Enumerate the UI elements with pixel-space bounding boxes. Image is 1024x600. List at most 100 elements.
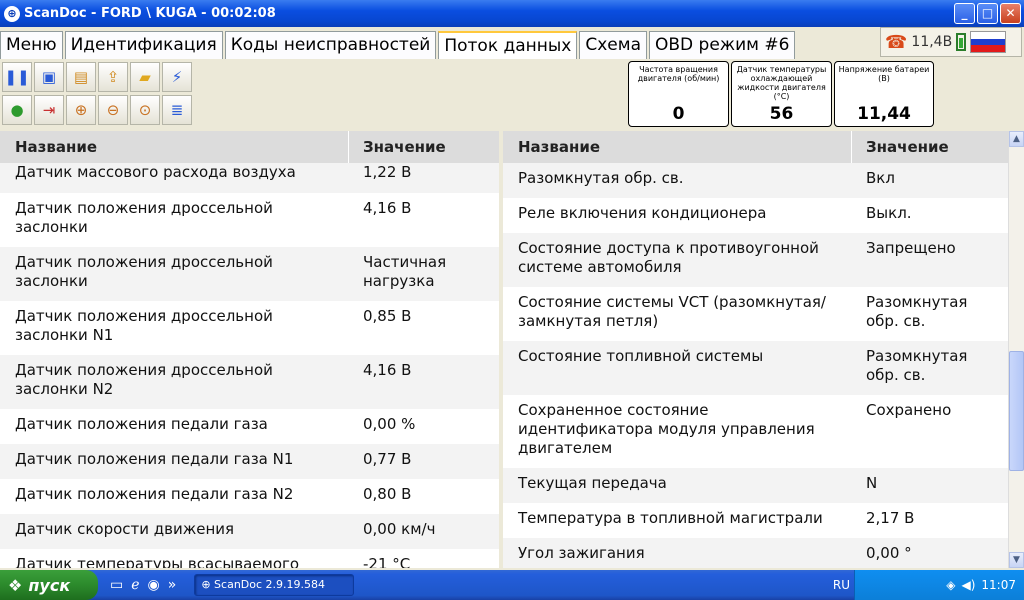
parameter-value: Вкл: [866, 169, 895, 187]
parameter-value: 2,17 В: [866, 509, 915, 527]
parameter-name: Датчик положения дроссельной заслонки: [15, 199, 273, 236]
parameter-value: 4,16 В: [363, 361, 412, 379]
column-value-header[interactable]: Значение: [852, 138, 1008, 156]
save-icon[interactable]: ▣: [34, 62, 64, 92]
russian-flag-icon: [970, 31, 1007, 53]
table-row[interactable]: Датчик положения дроссельной заслонки N2…: [0, 355, 499, 409]
leaf-icon[interactable]: ●: [2, 95, 32, 125]
scroll-down-icon[interactable]: ▼: [1009, 552, 1024, 568]
taskbar-item-scandoc[interactable]: ⊕ ScanDoc 2.9.19.584: [194, 574, 355, 596]
table-row[interactable]: Датчик положения педали газа N2 0,80 В: [0, 479, 499, 514]
taskbar-item-label: ScanDoc 2.9.19.584: [214, 578, 326, 591]
parameter-name: Датчик температуры всасываемого: [15, 555, 300, 568]
parameter-value: 0,77 В: [363, 450, 412, 468]
table-header: Название Значение: [0, 131, 499, 163]
parameter-name: Состояние системы VCT (разомкнутая/замкн…: [518, 293, 826, 330]
parameter-name: Датчик скорости движения: [15, 520, 235, 538]
title-bar: ⊕ ScanDoc - FORD \ KUGA - 00:02:08 _ □ ✕: [0, 0, 1024, 27]
zoom-fit-icon[interactable]: ⊙: [130, 95, 160, 125]
show-desktop-icon[interactable]: ▭: [110, 577, 123, 593]
parameter-name: Реле включения кондиционера: [518, 204, 767, 222]
column-name-header[interactable]: Название: [503, 131, 852, 163]
zoom-in-icon[interactable]: ⊕: [66, 95, 96, 125]
tab-scheme[interactable]: Схема: [579, 31, 648, 59]
parameter-name: Датчик положения педали газа: [15, 415, 268, 433]
scrollbar-thumb[interactable]: [1009, 351, 1024, 471]
parameter-value: 1,22 В: [363, 163, 412, 181]
vertical-scrollbar[interactable]: ▲ ▼: [1008, 131, 1024, 568]
parameter-value: Разомкнутая обр. св.: [866, 347, 968, 384]
export-icon[interactable]: ⇪: [98, 62, 128, 92]
table-row[interactable]: Датчик скорости движения 0,00 км/ч: [0, 514, 499, 549]
table-row[interactable]: Датчик температуры всасываемого -21 °C: [0, 549, 499, 568]
tab-fault-codes[interactable]: Коды неисправностей: [224, 31, 437, 59]
parameter-name: Угол зажигания: [518, 544, 645, 562]
parameter-value: 0,80 В: [363, 485, 412, 503]
tab-menu[interactable]: Меню: [0, 31, 63, 59]
parameter-name: Температура в топливной магистрали: [518, 509, 823, 527]
volume-icon[interactable]: ◀): [961, 578, 975, 592]
table-row[interactable]: Датчик положения дроссельной заслонки Час…: [0, 247, 499, 301]
quick-launch: ▭ ℯ ◉ »: [110, 577, 176, 593]
table-row[interactable]: Разомкнутая обр. св. Вкл: [503, 163, 1008, 198]
media-player-icon[interactable]: ◉: [148, 577, 160, 593]
ie-icon[interactable]: ℯ: [131, 577, 139, 593]
tab-data-stream[interactable]: Поток данных: [438, 31, 578, 59]
column-name-header[interactable]: Название: [0, 131, 349, 163]
minimize-button[interactable]: _: [954, 3, 975, 24]
scroll-up-icon[interactable]: ▲: [1009, 131, 1024, 147]
gauge-caption: Частота вращения двигателя (об/мин): [637, 65, 720, 83]
window-controls: _ □ ✕: [954, 3, 1021, 24]
print-icon[interactable]: ▤: [66, 62, 96, 92]
start-button[interactable]: ❖ пуск: [0, 570, 98, 600]
gauge-coolant-temp[interactable]: Датчик температуры охлаждающей жидкости …: [731, 61, 832, 127]
folder-icon[interactable]: ▰: [130, 62, 160, 92]
clock[interactable]: 11:07: [981, 578, 1016, 592]
connect-icon[interactable]: ⚡: [162, 62, 192, 92]
windows-logo-icon: ❖: [8, 575, 23, 595]
system-tray: ◈ ◀) 11:07: [854, 570, 1024, 600]
table-row[interactable]: Датчик массового расхода воздуха 1,22 В: [0, 163, 499, 193]
parameter-name: Состояние доступа к противоугонной систе…: [518, 239, 819, 276]
table-row[interactable]: Угол зажигания 0,00 °: [503, 538, 1008, 568]
parameter-name: Разомкнутая обр. св.: [518, 169, 684, 187]
more-icon[interactable]: »: [168, 577, 177, 593]
network-icon[interactable]: ◈: [946, 578, 955, 592]
table-row[interactable]: Датчик положения педали газа N1 0,77 В: [0, 444, 499, 479]
table-row[interactable]: Сохраненное состояние идентификатора мод…: [503, 395, 1008, 468]
parameter-value: 4,16 В: [363, 199, 412, 217]
list-icon[interactable]: ≣: [162, 95, 192, 125]
data-table-right: Название Значение Разомкнутая обр. св. Вк…: [503, 131, 1008, 568]
parameter-value: 0,00 %: [363, 415, 416, 433]
table-row[interactable]: Реле включения кондиционера Выкл.: [503, 198, 1008, 233]
gauge-battery-voltage[interactable]: Напряжение батареи (В) 11,44: [834, 61, 934, 127]
zoom-out-icon[interactable]: ⊖: [98, 95, 128, 125]
table-row[interactable]: Датчик положения дроссельной заслонки N1…: [0, 301, 499, 355]
table-row[interactable]: Текущая передача N: [503, 468, 1008, 503]
table-row[interactable]: Состояние доступа к противоугонной систе…: [503, 233, 1008, 287]
language-indicator[interactable]: RU: [833, 578, 850, 592]
maximize-button[interactable]: □: [977, 3, 998, 24]
exit-icon[interactable]: ⇥: [34, 95, 64, 125]
taskbar: ❖ пуск ▭ ℯ ◉ » ⊕ ScanDoc 2.9.19.584 RU ◈…: [0, 570, 1024, 600]
parameter-value: Выкл.: [866, 204, 912, 222]
gauge-value: 0: [672, 104, 685, 124]
gauge-panel: Частота вращения двигателя (об/мин) 0 Да…: [628, 61, 934, 127]
parameter-name: Состояние топливной системы: [518, 347, 764, 365]
gauge-rpm[interactable]: Частота вращения двигателя (об/мин) 0: [628, 61, 729, 127]
close-button[interactable]: ✕: [1000, 3, 1021, 24]
connection-status: ☎ 11,4В: [880, 27, 1022, 57]
table-row[interactable]: Состояние топливной системы Разомкнутая о…: [503, 341, 1008, 395]
table-row[interactable]: Температура в топливной магистрали 2,17 В: [503, 503, 1008, 538]
parameter-value: -21 °C: [363, 555, 411, 568]
table-row[interactable]: Состояние системы VCT (разомкнутая/замкн…: [503, 287, 1008, 341]
tab-identification[interactable]: Идентификация: [64, 31, 223, 59]
pause-icon[interactable]: ❚❚: [2, 62, 32, 92]
table-row[interactable]: Датчик положения педали газа 0,00 %: [0, 409, 499, 444]
parameter-value: Запрещено: [866, 239, 956, 257]
gauge-value: 56: [769, 104, 794, 124]
column-value-header[interactable]: Значение: [349, 138, 499, 156]
tab-obd-mode6[interactable]: OBD режим #6: [649, 31, 796, 59]
table-row[interactable]: Датчик положения дроссельной заслонки 4,1…: [0, 193, 499, 247]
battery-icon: [956, 33, 967, 51]
